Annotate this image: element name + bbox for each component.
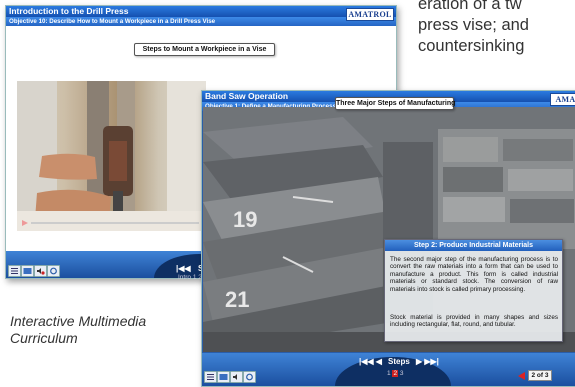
replay-icon[interactable]: [243, 371, 256, 383]
page-number[interactable]: 1: [193, 274, 197, 281]
amatrol-logo: AMATROL: [346, 8, 394, 21]
page-prefix: Intro: [178, 274, 192, 281]
slide-counter: 2 of 3: [528, 370, 552, 381]
page-text-line: countersinking: [418, 37, 525, 55]
audio-mute-icon[interactable]: [34, 265, 47, 277]
info-paragraph: Stock material is provided in many shape…: [390, 314, 558, 329]
info-panel: Step 2: Produce Industrial Materials The…: [384, 239, 563, 342]
info-paragraph: The second major step of the manufacturi…: [390, 256, 558, 293]
video-scrubber[interactable]: [31, 222, 199, 224]
audio-icon[interactable]: [230, 371, 243, 383]
nav-rewind-icon[interactable]: |◀◀: [176, 264, 191, 273]
objective-bar: Objective 10: Describe How to Mount a Wo…: [6, 17, 396, 26]
stock-stamp-19: 19: [233, 207, 257, 232]
caption-line: Curriculum: [10, 330, 78, 346]
page-text-line: eration of a tw: [418, 0, 522, 13]
info-panel-title: Step 2: Produce Industrial Materials: [385, 240, 562, 251]
page-text-line: press vise; and: [418, 16, 529, 34]
nav-forward-icon[interactable]: ▶ ▶▶|: [416, 357, 439, 366]
screen-icon[interactable]: [21, 265, 34, 277]
drill-press-video[interactable]: [17, 81, 206, 231]
menu-list-icon[interactable]: [204, 371, 217, 383]
menu-list-icon[interactable]: [8, 265, 21, 277]
nav-steps-label: Steps: [388, 357, 410, 366]
play-icon[interactable]: [22, 220, 28, 226]
page-number[interactable]: 1: [387, 370, 391, 377]
nav-rewind-icon[interactable]: |◀◀ ◀: [359, 357, 382, 366]
page-number[interactable]: 3: [400, 370, 404, 377]
screen-icon[interactable]: [217, 371, 230, 383]
step-title-box: Three Major Steps of Manufacturing: [335, 97, 455, 110]
page-number-current[interactable]: 2: [392, 370, 399, 377]
stock-stamp-21: 21: [225, 287, 249, 312]
page-selector[interactable]: 1 2 3: [387, 370, 404, 377]
step-title-box: Steps to Mount a Workpiece in a Vise: [134, 43, 275, 56]
replay-icon[interactable]: [47, 265, 60, 277]
figure-caption: Interactive Multimedia Curriculum: [10, 313, 190, 347]
page-text-snippet: eration of a tw press vise; and counters…: [418, 0, 575, 57]
prev-slide-icon[interactable]: [518, 372, 525, 380]
caption-line: Interactive Multimedia: [10, 313, 147, 329]
video-frame-illustration: [17, 81, 206, 231]
amatrol-logo: AMATR: [550, 93, 575, 106]
window-title: Introduction to the Drill Press: [6, 6, 396, 17]
